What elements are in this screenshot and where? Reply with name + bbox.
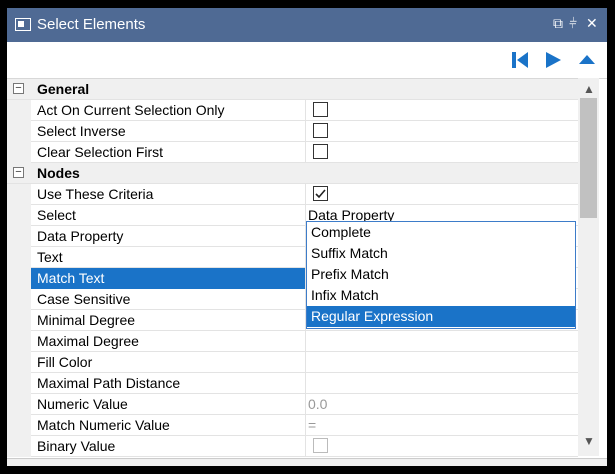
column-divider — [305, 331, 306, 352]
category-label: Nodes — [37, 165, 80, 181]
collapse-up-icon[interactable] — [577, 52, 597, 68]
row-gutter — [7, 310, 31, 331]
property-checkbox[interactable] — [313, 144, 328, 159]
collapse-icon[interactable]: − — [13, 167, 24, 178]
property-row[interactable]: Binary Value — [7, 436, 578, 457]
property-label: Fill Color — [37, 354, 93, 370]
property-label: Clear Selection First — [37, 144, 164, 160]
bottom-bar — [7, 458, 607, 466]
play-icon[interactable] — [543, 50, 563, 70]
row-gutter — [7, 247, 31, 268]
column-divider — [305, 100, 306, 121]
row-gutter — [7, 289, 31, 310]
property-row[interactable]: Maximal Path Distance — [7, 373, 578, 394]
column-divider — [305, 184, 306, 205]
dropdown-option[interactable]: Prefix Match — [307, 264, 575, 285]
property-label: Binary Value — [37, 438, 116, 454]
property-label: Minimal Degree — [37, 312, 136, 328]
close-icon[interactable]: ✕ — [586, 15, 598, 32]
match-text-dropdown-list: Complete Suffix Match Prefix Match Infix Ma… — [306, 221, 576, 329]
row-gutter — [7, 121, 31, 142]
column-divider — [305, 373, 306, 394]
category-row[interactable]: − General — [7, 79, 578, 100]
property-label: Text — [37, 249, 63, 265]
row-gutter — [7, 226, 31, 247]
scroll-down-icon[interactable]: ▼ — [583, 434, 595, 448]
property-row[interactable]: Select Inverse — [7, 121, 578, 142]
row-gutter — [7, 331, 31, 352]
row-gutter — [7, 184, 31, 205]
vertical-scrollbar[interactable]: ▲ ▼ — [578, 78, 599, 456]
dropdown-option-label: Suffix Match — [311, 245, 388, 261]
title-bar: Select Elements ⧉ ⫩ ✕ — [7, 8, 607, 42]
property-label: Numeric Value — [37, 396, 128, 412]
property-value: 0.0 — [308, 396, 328, 412]
row-gutter — [7, 100, 31, 121]
float-window-icon[interactable]: ⧉ — [553, 15, 563, 32]
row-gutter — [7, 268, 31, 289]
property-row[interactable]: Use These Criteria — [7, 184, 578, 205]
dropdown-option[interactable]: Regular Expression — [307, 306, 575, 327]
row-gutter — [7, 142, 31, 163]
dropdown-option[interactable]: Complete — [307, 222, 575, 243]
property-row[interactable]: Act On Current Selection Only — [7, 100, 578, 121]
property-label: Select — [37, 207, 76, 223]
property-label: Use These Criteria — [37, 186, 154, 202]
column-divider — [305, 394, 306, 415]
row-gutter — [7, 394, 31, 415]
property-row[interactable]: Maximal Degree — [7, 331, 578, 352]
column-divider — [305, 436, 306, 457]
property-checkbox[interactable] — [313, 186, 328, 201]
property-label: Data Property — [37, 228, 124, 244]
row-gutter — [7, 436, 31, 457]
window-icon — [15, 18, 31, 31]
row-gutter — [7, 205, 31, 226]
column-divider — [305, 121, 306, 142]
dropdown-option[interactable]: Infix Match — [307, 285, 575, 306]
category-row[interactable]: − Nodes — [7, 163, 578, 184]
column-divider — [305, 415, 306, 436]
dropdown-option-label: Complete — [311, 224, 371, 240]
dropdown-option-label: Regular Expression — [311, 308, 434, 324]
dropdown-option-label: Infix Match — [311, 287, 379, 303]
toolbar — [7, 42, 607, 78]
column-divider — [305, 352, 306, 373]
select-elements-window: Select Elements ⧉ ⫩ ✕ − General Act On Cur… — [7, 8, 607, 466]
dropdown-option[interactable]: Suffix Match — [307, 243, 575, 264]
dropdown-option-label: Prefix Match — [311, 266, 389, 282]
property-label: Maximal Degree — [37, 333, 139, 349]
property-label: Case Sensitive — [37, 291, 131, 307]
collapse-icon[interactable]: − — [13, 83, 24, 94]
property-label: Act On Current Selection Only — [37, 102, 225, 118]
property-checkbox — [313, 438, 328, 453]
skip-first-icon[interactable] — [510, 50, 530, 70]
property-row[interactable]: Numeric Value 0.0 — [7, 394, 578, 415]
property-label: Select Inverse — [37, 123, 126, 139]
property-row[interactable]: Match Numeric Value = — [7, 415, 578, 436]
property-checkbox[interactable] — [313, 102, 328, 117]
pin-icon[interactable]: ⫩ — [569, 15, 577, 32]
property-checkbox[interactable] — [313, 123, 328, 138]
column-divider — [305, 142, 306, 163]
scroll-up-icon[interactable]: ▲ — [583, 82, 595, 96]
row-gutter — [7, 415, 31, 436]
property-label: Match Numeric Value — [37, 417, 170, 433]
row-gutter — [7, 373, 31, 394]
row-gutter — [7, 352, 31, 373]
category-label: General — [37, 81, 90, 97]
scrollbar-thumb[interactable] — [580, 98, 597, 218]
property-value: = — [308, 417, 317, 433]
property-row[interactable]: Clear Selection First — [7, 142, 578, 163]
property-label: Maximal Path Distance — [37, 375, 181, 391]
property-row[interactable]: Fill Color — [7, 352, 578, 373]
property-label: Match Text — [37, 270, 105, 286]
window-title: Select Elements — [37, 16, 146, 33]
